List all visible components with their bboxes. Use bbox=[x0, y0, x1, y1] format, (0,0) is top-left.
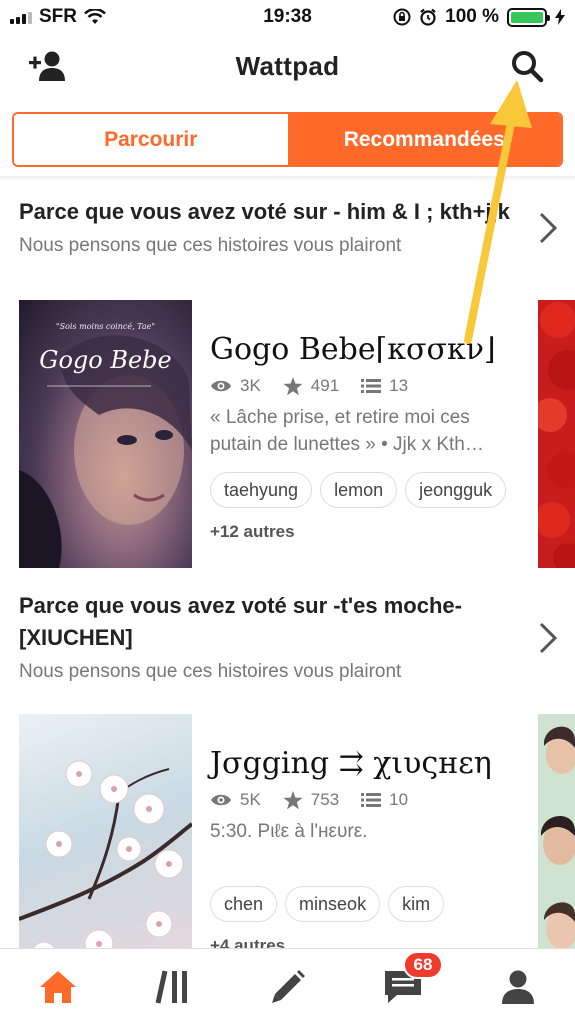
votes-count: 753 bbox=[310, 790, 340, 809]
app-title: Wattpad bbox=[235, 50, 340, 81]
add-friend-button[interactable] bbox=[26, 46, 70, 86]
tag-chip[interactable]: chen bbox=[210, 886, 278, 922]
chevron-right-icon[interactable] bbox=[537, 211, 559, 245]
story-card[interactable]: Jσgging ⇉ χιυςнεη 5K 753 10 5:30. Pιℓε à… bbox=[0, 714, 575, 982]
tag-chip[interactable]: taehyung bbox=[210, 472, 313, 508]
portrait-art bbox=[541, 726, 575, 949]
tag-chip[interactable]: lemon bbox=[320, 472, 398, 508]
tag-chip[interactable]: kim bbox=[388, 886, 445, 922]
tag-chip[interactable]: minseok bbox=[285, 886, 381, 922]
reads-count: 3K bbox=[240, 376, 261, 395]
star-icon bbox=[283, 790, 303, 809]
battery-label: 100 % bbox=[445, 6, 499, 27]
star-icon bbox=[283, 376, 303, 395]
cover-art bbox=[19, 335, 192, 568]
add-person-icon bbox=[29, 51, 65, 81]
recommendation-section: Parce que vous avez voté sur -t'es moche… bbox=[0, 590, 575, 982]
tab-parcourir[interactable]: Parcourir bbox=[14, 114, 288, 165]
pencil-icon bbox=[271, 969, 305, 1003]
section-subtitle: Nous pensons que ces histoires vous plai… bbox=[19, 661, 402, 682]
cover-caption: "Sois moins coincé, Tae" bbox=[55, 322, 156, 331]
notification-badge: 68 bbox=[402, 950, 444, 979]
section-subtitle: Nous pensons que ces histoires vous plai… bbox=[19, 235, 402, 256]
next-story-cover[interactable] bbox=[538, 714, 575, 982]
story-cover[interactable] bbox=[19, 714, 192, 982]
nav-messages[interactable]: 68 bbox=[373, 950, 444, 1017]
story-cover[interactable]: "Sois moins coincé, Tae" Gogo Bebe bbox=[19, 300, 192, 568]
eye-icon bbox=[211, 794, 231, 806]
parts-count: 10 bbox=[389, 790, 409, 809]
browse-tabs: Parcourir Recommandées bbox=[12, 112, 563, 167]
votes-count: 491 bbox=[310, 376, 340, 395]
story-description: « Lâche prise, et retire moi ces putain … bbox=[210, 407, 484, 455]
app-header: Wattpad bbox=[0, 34, 575, 98]
tag-chip[interactable]: jeongguk bbox=[405, 472, 507, 508]
story-stats: 3K 491 13 bbox=[210, 376, 522, 396]
chevron-right-icon[interactable] bbox=[537, 621, 559, 655]
more-tags[interactable]: +12 autres bbox=[210, 522, 522, 542]
profile-icon bbox=[501, 970, 534, 1004]
nav-home[interactable] bbox=[28, 957, 88, 1017]
recommendation-section: Parce que vous avez voté sur - him & I ;… bbox=[0, 196, 575, 568]
strawberry-art bbox=[538, 302, 575, 568]
rotation-lock-icon bbox=[393, 8, 411, 26]
list-icon bbox=[361, 793, 382, 807]
tag-list: taehyung lemon jeongguk bbox=[210, 472, 522, 508]
nav-write[interactable] bbox=[258, 957, 318, 1017]
nav-library[interactable] bbox=[143, 957, 203, 1017]
blossom-art bbox=[19, 760, 192, 967]
alarm-icon bbox=[420, 8, 436, 26]
library-icon bbox=[155, 969, 187, 1004]
bottom-nav: 68 bbox=[0, 948, 575, 1024]
story-title[interactable]: Jσgging ⇉ χιυςнεη bbox=[210, 744, 522, 784]
tab-recommandees[interactable]: Recommandées bbox=[287, 114, 561, 165]
story-title[interactable]: Gogo Bebe⌈κσσκν⌋ bbox=[210, 330, 522, 370]
battery-icon bbox=[507, 7, 550, 27]
search-icon bbox=[512, 51, 544, 83]
story-info: Gogo Bebe⌈κσσκν⌋ 3K 491 13 « Lâche prise… bbox=[192, 300, 522, 568]
status-bar: SFR 19:38 100 % bbox=[0, 0, 575, 34]
list-icon bbox=[361, 379, 382, 393]
charging-icon bbox=[555, 9, 565, 25]
search-button[interactable] bbox=[505, 46, 549, 86]
tag-list: chen minseok kim bbox=[210, 886, 522, 922]
nav-profile[interactable] bbox=[488, 957, 548, 1017]
carrier-label: SFR bbox=[39, 6, 77, 27]
story-description: 5:30. Pιℓε à l'нευrε. bbox=[210, 821, 368, 842]
parts-count: 13 bbox=[389, 376, 409, 395]
story-stats: 5K 753 10 bbox=[210, 790, 522, 810]
section-title: Parce que vous avez voté sur - him & I ;… bbox=[19, 199, 510, 224]
signal-icon bbox=[10, 10, 32, 24]
story-info: Jσgging ⇉ χιυςнεη 5K 753 10 5:30. Pιℓε à… bbox=[192, 714, 522, 982]
next-story-cover[interactable] bbox=[538, 300, 575, 568]
home-icon bbox=[39, 970, 76, 1003]
reads-count: 5K bbox=[240, 790, 261, 809]
story-card[interactable]: "Sois moins coincé, Tae" Gogo Bebe Gogo … bbox=[0, 300, 575, 568]
divider bbox=[0, 176, 575, 182]
section-header[interactable]: Parce que vous avez voté sur - him & I ;… bbox=[0, 196, 575, 260]
wifi-icon bbox=[84, 9, 106, 24]
section-title: Parce que vous avez voté sur -t'es moche… bbox=[19, 593, 462, 650]
cover-title: Gogo Bebe bbox=[39, 346, 172, 374]
eye-icon bbox=[211, 380, 231, 392]
section-header[interactable]: Parce que vous avez voté sur -t'es moche… bbox=[0, 590, 575, 686]
